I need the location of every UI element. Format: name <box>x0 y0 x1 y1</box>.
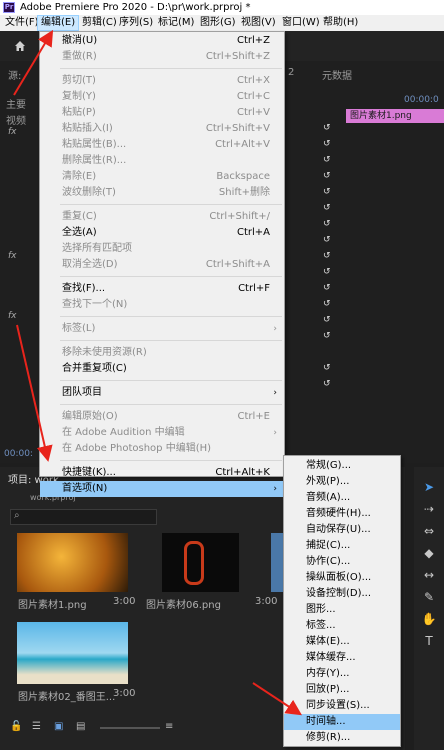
annotation-arrows <box>13 29 303 716</box>
arrow-to-timeline <box>252 682 303 716</box>
arrow-to-edit-menu <box>13 29 54 96</box>
arrow-to-preferences <box>16 324 53 462</box>
